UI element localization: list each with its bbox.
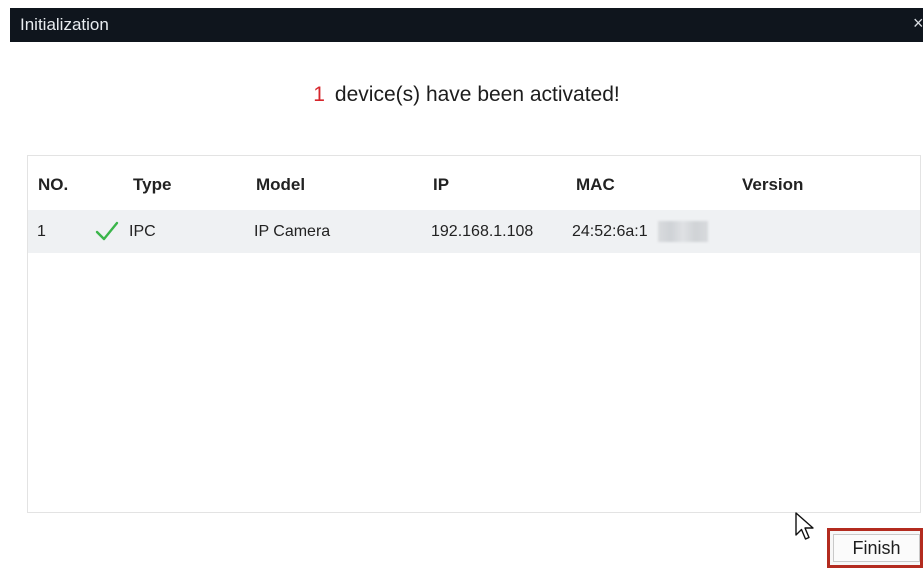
- dialog-titlebar[interactable]: Initialization ×: [10, 8, 923, 42]
- table-row[interactable]: 1 IPC IP Camera 192.168.1.108 24:52:6a:1: [28, 210, 920, 253]
- header-version: Version: [742, 175, 804, 194]
- finish-button-label: Finish: [833, 534, 920, 562]
- finish-button[interactable]: Finish: [827, 528, 923, 568]
- header-ip: IP: [433, 175, 450, 194]
- header-model: Model: [256, 175, 306, 194]
- cell-mac: 24:52:6a:1: [572, 223, 648, 240]
- cell-type: IPC: [129, 223, 156, 240]
- header-mac: MAC: [576, 175, 615, 194]
- header-type: Type: [133, 175, 172, 194]
- screen: Initialization × 1 device(s) have been ac…: [0, 0, 923, 571]
- cell-no: 1: [37, 223, 46, 240]
- header-no: NO.: [38, 175, 69, 194]
- cell-model: IP Camera: [254, 223, 331, 240]
- check-icon: [95, 221, 119, 241]
- activation-message: 1 device(s) have been activated!: [10, 82, 923, 108]
- dialog-title: Initialization: [20, 15, 109, 34]
- background-strip: [0, 0, 10, 571]
- cell-ip: 192.168.1.108: [431, 223, 534, 240]
- activated-count: 1: [313, 83, 325, 106]
- activation-message-text: device(s) have been activated!: [334, 83, 620, 106]
- table-header: NO. Type Model IP MAC Version: [28, 156, 920, 210]
- mac-redaction: [658, 221, 708, 242]
- close-icon[interactable]: ×: [913, 13, 923, 33]
- mouse-cursor-icon: [795, 512, 814, 540]
- device-table: NO. Type Model IP MAC Version 1 IPC IP C…: [27, 155, 921, 513]
- initialization-dialog: Initialization × 1 device(s) have been ac…: [10, 8, 923, 571]
